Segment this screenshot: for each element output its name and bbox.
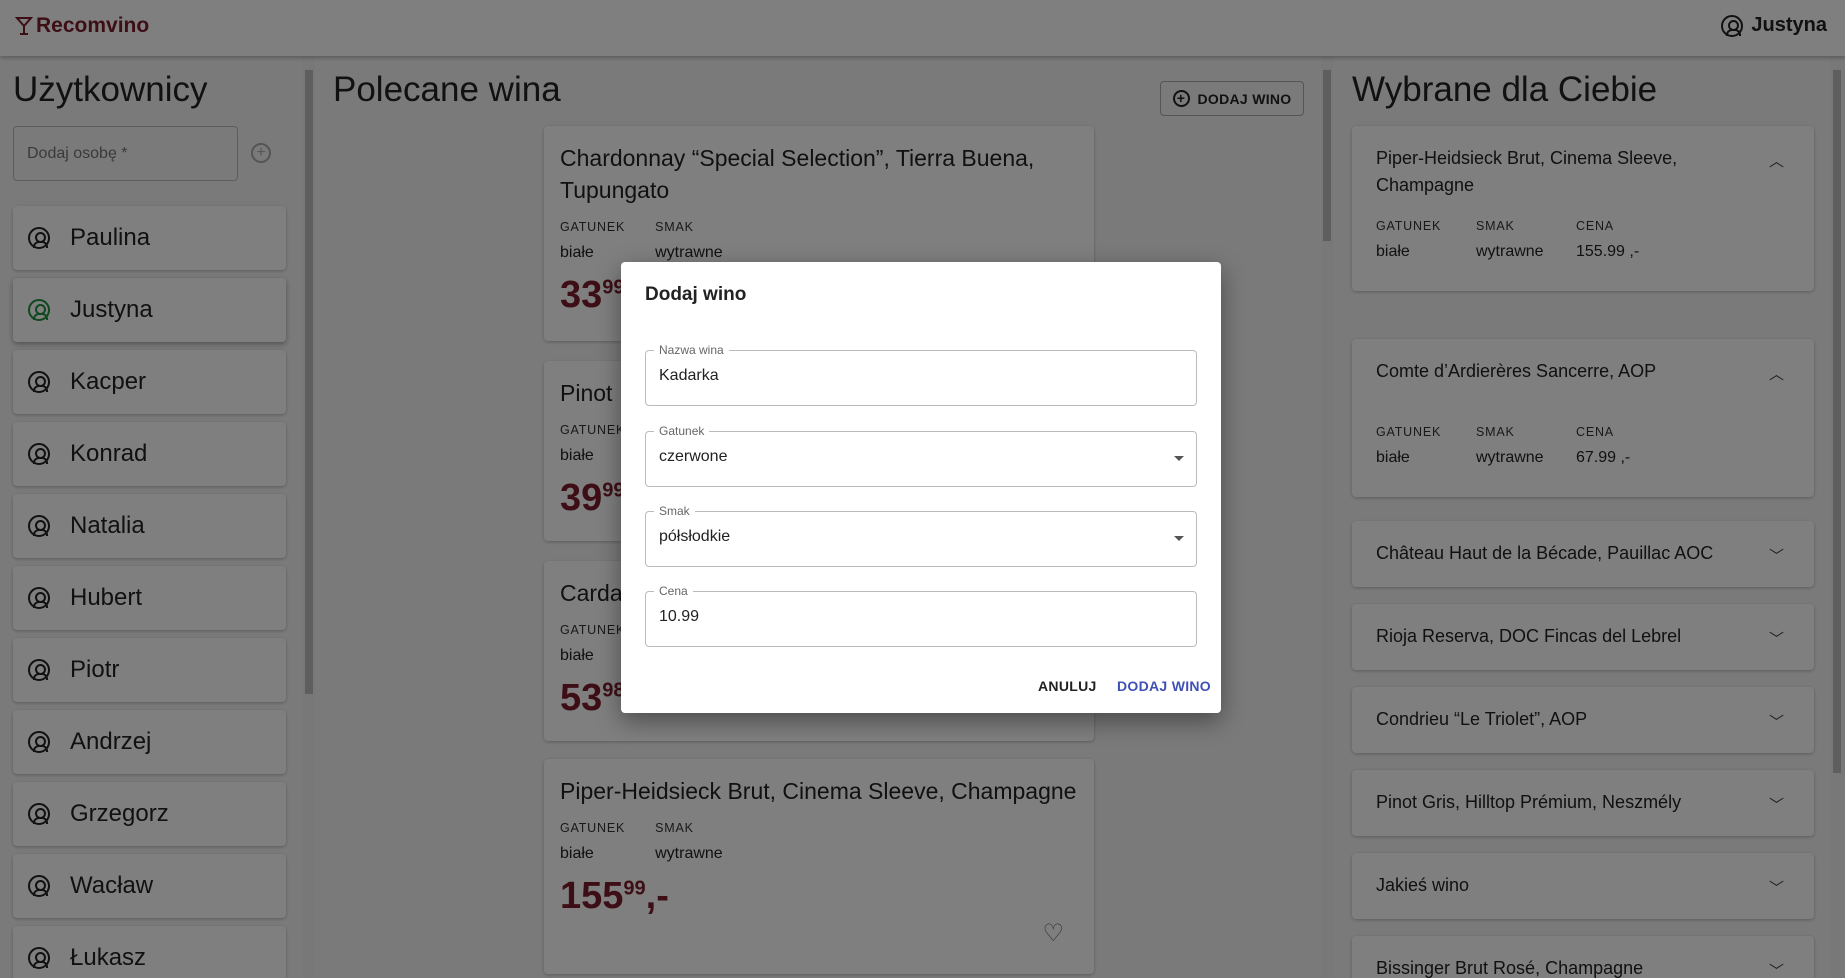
dropdown-arrow-icon (1174, 456, 1184, 461)
wine-type-label: Gatunek (654, 424, 710, 438)
add-wine-dialog: Dodaj wino Nazwa wina Kadarka Gatunek cz… (621, 262, 1221, 713)
wine-type-select[interactable]: Gatunek czerwone (645, 424, 1197, 487)
dropdown-arrow-icon (1174, 536, 1184, 541)
wine-price-label: Cena (654, 584, 693, 598)
wine-price-field[interactable]: Cena 10.99 (645, 584, 1197, 647)
wine-name-field[interactable]: Nazwa wina Kadarka (645, 343, 1197, 406)
wine-price-value: 10.99 (659, 608, 700, 625)
dialog-title: Dodaj wino (645, 284, 747, 305)
wine-name-label: Nazwa wina (654, 343, 729, 357)
wine-taste-label: Smak (654, 504, 695, 518)
wine-name-value: Kadarka (659, 367, 719, 384)
submit-add-wine-button[interactable]: DODAJ WINO (1117, 678, 1211, 694)
wine-type-value: czerwone (659, 448, 728, 465)
wine-taste-select[interactable]: Smak półsłodkie (645, 504, 1197, 567)
cancel-button[interactable]: ANULUJ (1038, 678, 1097, 694)
wine-taste-value: półsłodkie (659, 528, 731, 545)
